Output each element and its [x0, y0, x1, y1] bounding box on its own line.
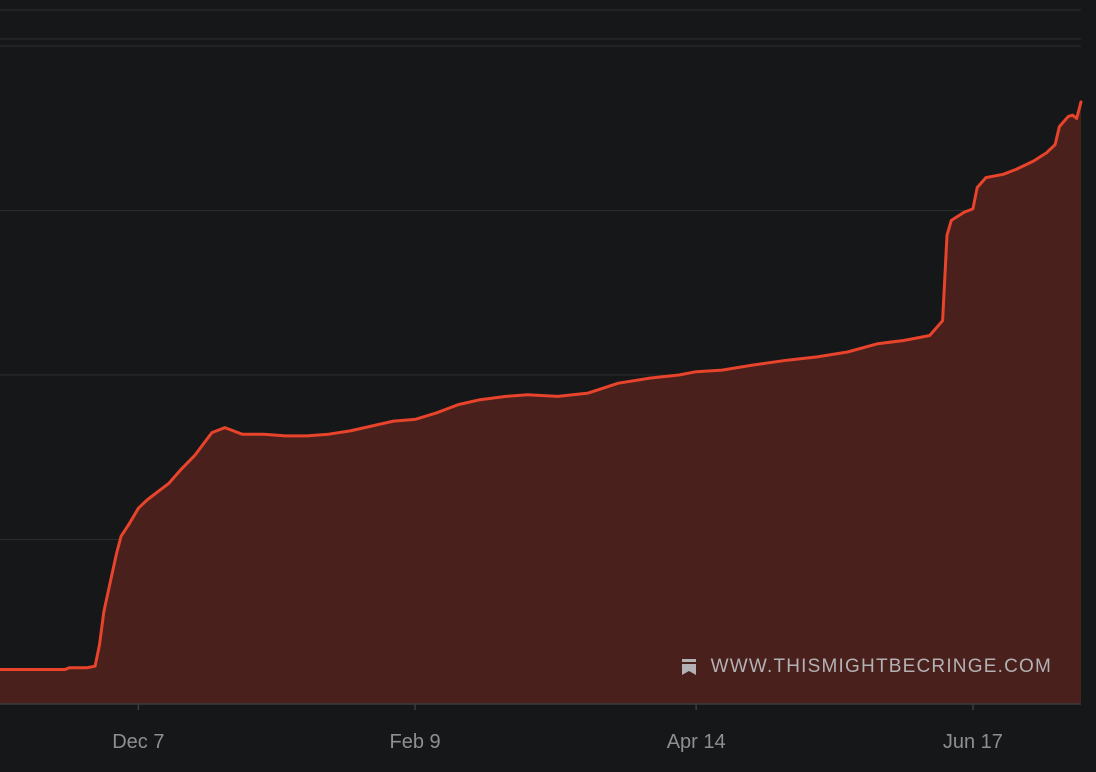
- x-tick-label: Dec 7: [112, 731, 164, 753]
- x-tick-label: Apr 14: [667, 731, 726, 753]
- x-tick-label: Feb 9: [390, 731, 441, 753]
- x-axis: Dec 7 Feb 9 Apr 14 Jun 17: [0, 703, 1081, 753]
- bookmark-icon: [681, 659, 696, 675]
- chart-container: Dec 7 Feb 9 Apr 14 Jun 17 WWW.THISMIGHTBECR…: [0, 0, 1096, 772]
- series-fill: [0, 101, 1081, 704]
- series-area: [0, 100, 1083, 704]
- watermark-text: WWW.THISMIGHTBECRINGE.COM: [710, 656, 1052, 677]
- x-tick-label: Jun 17: [943, 731, 1003, 753]
- watermark[interactable]: WWW.THISMIGHTBECRINGE.COM: [681, 656, 1052, 678]
